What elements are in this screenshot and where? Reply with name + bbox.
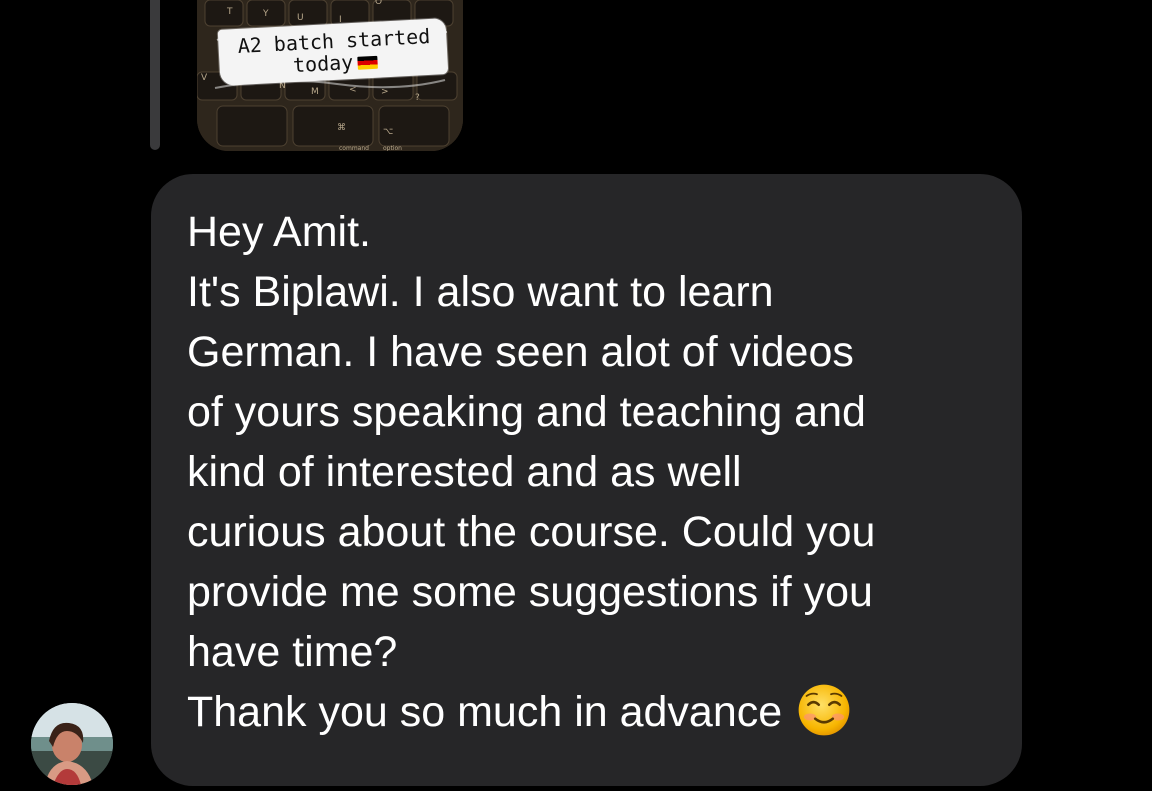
message-line: of yours speaking and teaching and [187,388,866,436]
key-label: option [383,145,402,151]
key-label: command [339,145,369,151]
message-line: have time? [187,628,398,676]
key-label: > [381,87,389,97]
key-label: T [226,7,233,17]
message-line: provide me some suggestions if you [187,568,873,616]
message-line: kind of interested and as well [187,448,742,496]
reply-indicator-bar [150,0,160,150]
message-line: Hey Amit. [187,208,371,256]
story-reply-thumbnail[interactable]: T Y U I O V N M < > ? ⌘ ⌥ command option… [197,0,463,151]
smiling-face-icon [798,684,850,736]
sender-avatar[interactable] [31,703,113,785]
germany-flag-icon [356,55,378,70]
message-line: curious about the course. Could you [187,508,876,556]
message-line-last: Thank you so much in advance [187,682,986,742]
key-label: ? [415,93,420,103]
message-bubble[interactable]: Hey Amit. It's Biplawi. I also want to l… [151,174,1022,786]
key-label: O [375,0,382,7]
key-label: U [297,13,304,23]
key-label: Y [262,9,269,19]
avatar-photo [31,703,113,785]
message-line: German. I have seen alot of videos [187,328,854,376]
key-label: V [201,73,208,83]
message-line: It's Biplawi. I also want to learn [187,268,774,316]
key-label: M [311,87,319,97]
key-label: ⌥ [383,127,393,137]
key-label: ⌘ [337,123,346,133]
